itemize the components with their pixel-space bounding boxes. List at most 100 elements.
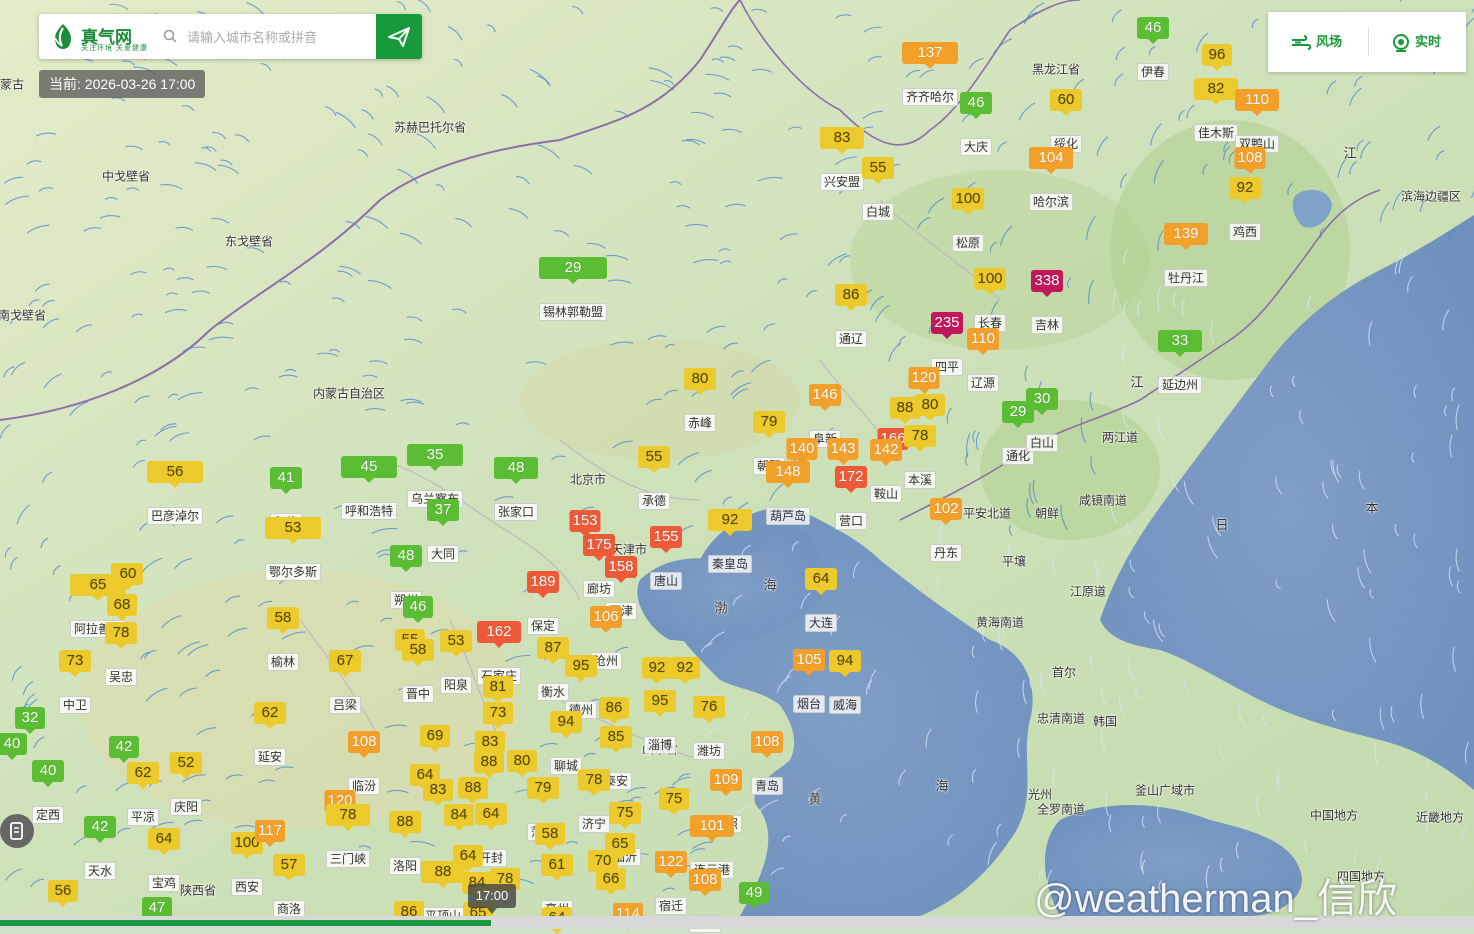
aqi-station-marker[interactable]: 86 通辽 [834, 284, 868, 348]
aqi-station-marker[interactable]: 80 赤峰 [683, 368, 717, 432]
aqi-station-marker[interactable]: 80 [507, 750, 537, 777]
aqi-station-marker[interactable]: 42 [109, 736, 139, 763]
aqi-station-marker[interactable]: 153 [569, 510, 601, 537]
aqi-station-marker[interactable]: 52 庆阳 [169, 752, 203, 816]
aqi-station-marker[interactable]: 60 绥化 [1049, 89, 1083, 153]
aqi-station-marker[interactable]: 49 [739, 882, 769, 909]
aqi-station-marker[interactable]: 66 [596, 868, 626, 895]
aqi-station-marker[interactable]: 110 辽源 [966, 328, 1000, 392]
aqi-station-marker[interactable]: 48 张家口 [493, 457, 539, 521]
aqi-station-marker[interactable]: 88 洛阳 [388, 811, 422, 875]
legend-toggle-button[interactable] [0, 814, 34, 848]
aqi-station-marker[interactable]: 338 吉林 [1030, 270, 1064, 334]
aqi-station-marker[interactable]: 67 吕梁 [328, 650, 362, 714]
search-submit-button[interactable] [376, 14, 422, 59]
aqi-station-marker[interactable]: 140 [786, 438, 818, 465]
aqi-station-marker[interactable]: 80 [915, 394, 945, 421]
aqi-station-marker[interactable]: 57 商洛 [272, 854, 306, 918]
aqi-station-marker[interactable]: 100 长春 [973, 268, 1007, 332]
aqi-station-marker[interactable]: 69 [420, 725, 450, 752]
aqi-station-marker[interactable]: 32 [15, 707, 45, 734]
aqi-station-marker[interactable]: 94 威海 [828, 650, 862, 714]
aqi-station-marker[interactable]: 139 牡丹江 [1163, 223, 1209, 287]
aqi-station-marker[interactable]: 56 [48, 880, 78, 907]
aqi-station-marker[interactable]: 55 白城 [861, 157, 895, 221]
aqi-station-marker[interactable]: 78 三门峡 [325, 804, 371, 868]
aqi-station-marker[interactable]: 95 德州 [564, 655, 598, 719]
aqi-station-marker[interactable]: 58 晋中 [401, 639, 435, 703]
aqi-station-marker[interactable]: 56 巴彦淖尔 [146, 461, 204, 525]
aqi-station-marker[interactable]: 46 大庆 [959, 92, 993, 156]
aqi-station-marker[interactable]: 92 秦皇岛 [707, 509, 753, 573]
aqi-station-marker[interactable]: 78 本溪 [903, 425, 937, 489]
aqi-station-marker[interactable]: 78 济宁 [577, 769, 611, 833]
aqi-station-marker[interactable]: 37 大同 [426, 499, 460, 563]
aqi-station-marker[interactable]: 83 [475, 731, 505, 758]
aqi-station-marker[interactable]: 120 [908, 367, 940, 394]
aqi-station-marker[interactable]: 83 兴安盟 [819, 127, 865, 191]
aqi-station-marker[interactable]: 122 宿迁 [654, 851, 688, 915]
aqi-station-marker[interactable]: 137 齐齐哈尔 [901, 42, 959, 106]
aqi-station-marker[interactable]: 88 [458, 777, 488, 804]
aqi-station-marker[interactable]: 42 天水 [83, 816, 117, 880]
aqi-station-marker[interactable]: 102 丹东 [929, 498, 963, 562]
aqi-station-marker[interactable]: 95 淄博 [643, 690, 677, 754]
aqi-station-marker[interactable]: 58 [535, 823, 565, 850]
aqi-value-badge: 76 [692, 696, 726, 723]
aqi-station-marker[interactable]: 64 大连 [804, 568, 838, 632]
wind-icon [1292, 34, 1312, 50]
aqi-station-marker[interactable]: 33 延边州 [1157, 330, 1203, 394]
aqi-station-marker[interactable]: 78 吴忠 [104, 622, 138, 686]
city-search-input[interactable] [185, 23, 369, 51]
aqi-station-marker[interactable]: 88 [474, 751, 504, 778]
aqi-station-marker[interactable]: 142 鞍山 [869, 439, 903, 503]
aqi-station-marker[interactable]: 108 [1234, 147, 1266, 174]
aqi-station-marker[interactable]: 92 鸡西 [1228, 177, 1262, 241]
aqi-station-marker[interactable]: 104 哈尔滨 [1028, 147, 1074, 211]
aqi-station-marker[interactable]: 155 唐山 [649, 526, 683, 590]
aqi-station-marker[interactable]: 86 [599, 697, 629, 724]
aqi-station-marker[interactable]: 148 葫芦岛 [765, 461, 811, 525]
aqi-station-marker[interactable]: 73 中卫 [58, 650, 92, 714]
aqi-station-marker[interactable]: 100 松原 [951, 188, 985, 252]
aqi-station-marker[interactable]: 62 延安 [253, 702, 287, 766]
aqi-station-marker[interactable]: 58 榆林 [266, 607, 300, 671]
aqi-station-marker[interactable]: 84 [444, 804, 474, 831]
aqi-station-marker[interactable]: 83 [423, 779, 453, 806]
aqi-station-marker[interactable]: 110 双鸭山 [1234, 89, 1280, 153]
aqi-station-marker[interactable]: 40 定西 [31, 760, 65, 824]
aqi-station-marker[interactable]: 92 [670, 657, 700, 684]
aqi-station-marker[interactable]: 45 呼和浩特 [340, 456, 398, 520]
aqi-station-marker[interactable]: 46 伊春 [1136, 17, 1170, 81]
wind-field-button[interactable]: 风场 [1290, 12, 1342, 72]
aqi-station-marker[interactable]: 46 [403, 596, 433, 623]
aqi-station-marker[interactable]: 53 鄂尔多斯 [264, 517, 322, 581]
aqi-station-marker[interactable]: 30 白山 [1025, 388, 1059, 452]
aqi-station-marker[interactable]: 81 [483, 676, 513, 703]
aqi-station-marker[interactable]: 143 [827, 438, 859, 465]
aqi-station-marker[interactable]: 55 承德 [637, 446, 671, 510]
aqi-station-marker[interactable]: 189 保定 [526, 571, 560, 635]
aqi-station-marker[interactable]: 96 [1202, 44, 1232, 71]
aqi-station-marker[interactable]: 73 [483, 702, 513, 729]
aqi-station-marker[interactable]: 53 阳泉 [439, 630, 473, 694]
aqi-station-marker[interactable]: 117 [255, 820, 285, 847]
aqi-station-marker[interactable]: 75 [659, 788, 689, 815]
realtime-button[interactable]: 实时 [1391, 12, 1441, 72]
aqi-station-marker[interactable]: 92 [642, 657, 672, 684]
aqi-station-marker[interactable]: 29 锡林郭勒盟 [538, 257, 608, 321]
aqi-station-marker[interactable]: 76 潍坊 [692, 696, 726, 760]
aqi-station-marker[interactable]: 108 临汾 [347, 731, 381, 795]
aqi-station-marker[interactable]: 94 聊城 [549, 711, 583, 775]
aqi-station-marker[interactable]: 105 烟台 [792, 649, 826, 713]
app-logo[interactable]: 真气网 关注环境 关爱健康 [49, 21, 159, 53]
aqi-station-marker[interactable]: 64 宝鸡 [147, 828, 181, 892]
aqi-station-marker[interactable]: 82 佳木斯 [1193, 78, 1239, 142]
aqi-station-marker[interactable]: 62 平凉 [126, 762, 160, 826]
aqi-station-marker[interactable]: 60 [113, 563, 143, 590]
city-name-label: 哈尔滨 [1028, 193, 1074, 211]
aqi-station-marker[interactable]: 68 [107, 594, 137, 621]
aqi-station-marker[interactable]: 172 营口 [834, 466, 868, 530]
aqi-station-marker[interactable]: 40 [0, 733, 27, 760]
aqi-station-marker[interactable]: 108 青岛 [750, 731, 784, 795]
